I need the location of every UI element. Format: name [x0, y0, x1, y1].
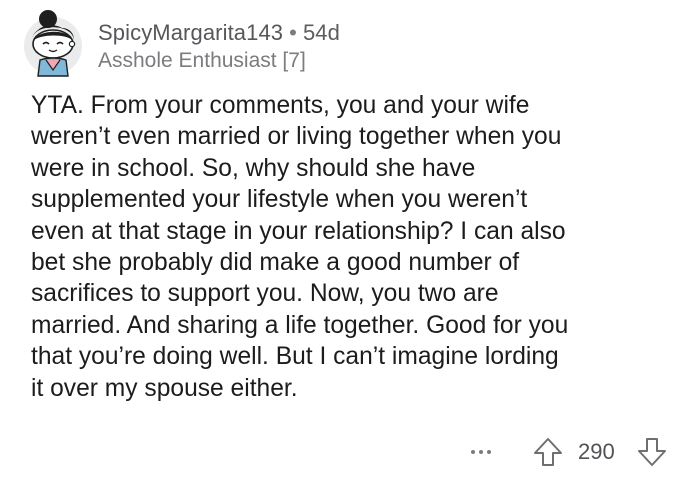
comment-actions: 290 [0, 432, 700, 472]
comment: SpicyMargarita143 • 54d Asshole Enthusiast… [0, 0, 700, 481]
comment-body: YTA. From your comments, you and your wi… [31, 92, 569, 402]
user-flair: Asshole Enthusiast [7] [98, 49, 306, 72]
vote-score: 290 [578, 439, 615, 464]
more-options-icon[interactable] [466, 438, 496, 466]
comment-age: 54d [302, 20, 340, 45]
avatar-icon[interactable] [22, 6, 84, 78]
author-line: SpicyMargarita143 • 54d [98, 20, 340, 46]
separator-dot: • [289, 20, 297, 45]
username-link[interactable]: SpicyMargarita143 [98, 20, 283, 45]
comment-meta: SpicyMargarita143 • 54d Asshole Enthusiast… [98, 20, 340, 74]
upvote-arrow-icon[interactable] [532, 436, 564, 468]
downvote-arrow-icon[interactable] [636, 436, 668, 468]
